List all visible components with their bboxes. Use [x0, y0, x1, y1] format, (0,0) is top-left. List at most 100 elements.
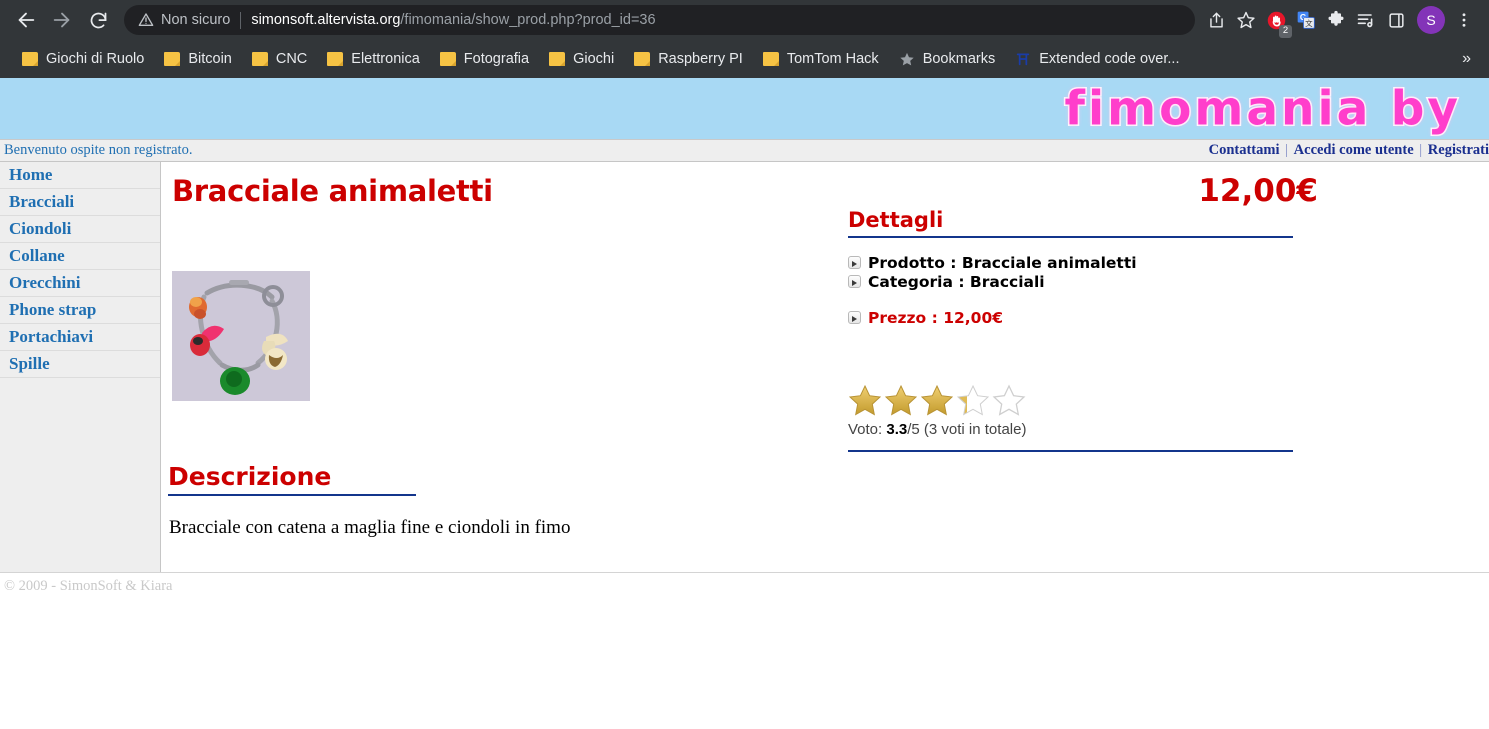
star-icon[interactable] — [848, 384, 882, 416]
sidebar-item-label: Bracciali — [9, 192, 75, 211]
account-links: Contattami | Accedi come utente | Regist… — [1209, 142, 1489, 159]
detail-separator: : — [952, 273, 970, 291]
sidebar-item-label: Spille — [9, 354, 50, 373]
sidebar-item-bracciali[interactable]: Bracciali — [0, 189, 160, 216]
link-separator: | — [1415, 142, 1426, 158]
bookmark-item[interactable]: Bitcoin — [156, 45, 240, 73]
bookmark-item[interactable]: Elettronica — [319, 45, 428, 73]
toolbar-actions: 2 G文 S — [1201, 5, 1479, 38]
avatar[interactable]: S — [1417, 6, 1445, 34]
site-favicon — [1015, 51, 1031, 67]
register-link[interactable]: Registrati — [1428, 142, 1489, 158]
bookmark-label: Giochi — [573, 51, 615, 67]
sidebar-item-label: Ciondoli — [9, 219, 72, 238]
detail-row-prodotto: Prodotto : Bracciale animaletti — [848, 254, 1293, 273]
arrow-bullet-icon — [848, 256, 861, 269]
bookmark-item[interactable]: Giochi — [541, 45, 622, 73]
side-panel-icon[interactable] — [1381, 5, 1411, 35]
folder-icon — [164, 52, 181, 66]
vote-score: 3.3 — [886, 421, 908, 438]
sidebar-item-label: Portachiavi — [9, 327, 94, 346]
url-text: simonsoft.altervista.org/fimomania/show_… — [251, 12, 655, 28]
omnibox-divider — [240, 11, 242, 29]
bookmark-label: Elettronica — [351, 51, 420, 67]
star-icon-empty[interactable] — [992, 384, 1026, 416]
bookmark-label: Bookmarks — [922, 51, 996, 67]
bookmarks-overflow-button[interactable]: » — [1454, 50, 1479, 68]
copyright-text: © 2009 - SimonSoft & Kiara — [4, 578, 173, 594]
vote-prefix: Voto: — [848, 421, 887, 438]
arrow-bullet-icon — [848, 275, 861, 288]
sidebar-item-home[interactable]: Home — [0, 162, 160, 189]
sidebar-item-ciondoli[interactable]: Ciondoli — [0, 216, 160, 243]
bookmark-label: CNC — [275, 51, 308, 67]
folder-icon — [549, 52, 566, 66]
address-bar[interactable]: Non sicuro simonsoft.altervista.org/fimo… — [124, 5, 1195, 35]
detail-label: Prodotto — [868, 254, 945, 272]
url-path: /fimomania/show_prod.php?prod_id=36 — [400, 12, 656, 28]
browser-toolbar: Non sicuro simonsoft.altervista.org/fimo… — [0, 0, 1489, 40]
page-body: Home Bracciali Ciondoli Collane Orecchin… — [0, 162, 1489, 572]
bookmark-item[interactable]: Fotografia — [432, 45, 537, 73]
puzzle-piece-icon[interactable] — [1321, 5, 1351, 35]
url-host: simonsoft.altervista.org — [251, 12, 401, 28]
page-title: Bracciale animaletti — [172, 174, 493, 208]
description-text: Bracciale con catena a maglia fine e cio… — [169, 517, 571, 538]
bookmark-label: TomTom Hack — [786, 51, 879, 67]
three-dot-menu-icon[interactable] — [1449, 5, 1479, 35]
star-icon[interactable] — [920, 384, 954, 416]
bookmark-label: Bitcoin — [188, 51, 232, 67]
welcome-message: Benvenuto ospite non registrato. — [4, 142, 193, 158]
reading-list-icon[interactable] — [1351, 5, 1381, 35]
sidebar-item-label: Phone strap — [9, 300, 97, 319]
folder-icon — [634, 52, 651, 66]
bookmark-item[interactable]: TomTom Hack — [755, 45, 887, 73]
detail-value: Bracciali — [969, 273, 1045, 291]
folder-icon — [327, 52, 344, 66]
details-heading: Dettagli — [848, 208, 1293, 238]
reload-icon[interactable] — [82, 4, 114, 36]
svg-text:文: 文 — [1305, 18, 1313, 28]
detail-separator: : — [944, 254, 962, 272]
sidebar-item-collane[interactable]: Collane — [0, 243, 160, 270]
login-link[interactable]: Accedi come utente — [1294, 142, 1414, 158]
sidebar-item-orecchini[interactable]: Orecchini — [0, 270, 160, 297]
details-list: Prodotto : Bracciale animaletti Categori… — [848, 254, 1293, 328]
star-rating[interactable] — [848, 384, 1293, 416]
star-outline-icon[interactable] — [1231, 5, 1261, 35]
contact-link[interactable]: Contattami — [1209, 142, 1280, 158]
warning-triangle-icon — [138, 12, 154, 28]
sidebar-item-label: Orecchini — [9, 273, 81, 292]
bookmark-item[interactable]: Bookmarks — [891, 45, 1004, 73]
bookmark-item[interactable]: Extended code over... — [1007, 45, 1187, 73]
stop-hand-icon[interactable]: 2 — [1261, 5, 1292, 38]
bookmark-item[interactable]: Raspberry PI — [626, 45, 751, 73]
folder-icon — [22, 52, 38, 66]
product-price: 12,00€ — [1198, 173, 1318, 209]
bookmark-label: Raspberry PI — [658, 51, 743, 67]
forward-arrow-icon[interactable] — [46, 4, 78, 36]
google-translate-icon[interactable]: G文 — [1291, 5, 1321, 35]
detail-row-categoria: Categoria : Bracciali — [848, 273, 1293, 292]
detail-value: Bracciale animaletti — [961, 254, 1137, 272]
vote-suffix: /5 (3 voti in totale) — [907, 421, 1027, 438]
sidebar-item-portachiavi[interactable]: Portachiavi — [0, 324, 160, 351]
sidebar-item-spille[interactable]: Spille — [0, 351, 160, 378]
site-banner: fimomania by — [0, 78, 1489, 140]
product-photo[interactable] — [172, 271, 310, 401]
bookmark-item[interactable]: Giochi di Ruolo — [14, 45, 152, 73]
site-logo[interactable]: fimomania by — [1063, 80, 1461, 138]
star-icon — [899, 51, 915, 67]
browser-chrome: Non sicuro simonsoft.altervista.org/fimo… — [0, 0, 1489, 78]
star-icon[interactable] — [884, 384, 918, 416]
bookmark-item[interactable]: CNC — [244, 45, 315, 73]
sidebar-item-phone-strap[interactable]: Phone strap — [0, 297, 160, 324]
back-arrow-icon[interactable] — [10, 4, 42, 36]
folder-icon — [439, 52, 456, 66]
detail-label: Prezzo — [868, 309, 927, 327]
page-footer: © 2009 - SimonSoft & Kiara — [0, 572, 1489, 600]
share-icon[interactable] — [1201, 5, 1231, 35]
star-icon-partial[interactable] — [956, 384, 990, 416]
bookmarks-bar: Giochi di Ruolo Bitcoin CNC Elettronica … — [0, 40, 1489, 78]
bookmark-label: Fotografia — [463, 51, 530, 67]
